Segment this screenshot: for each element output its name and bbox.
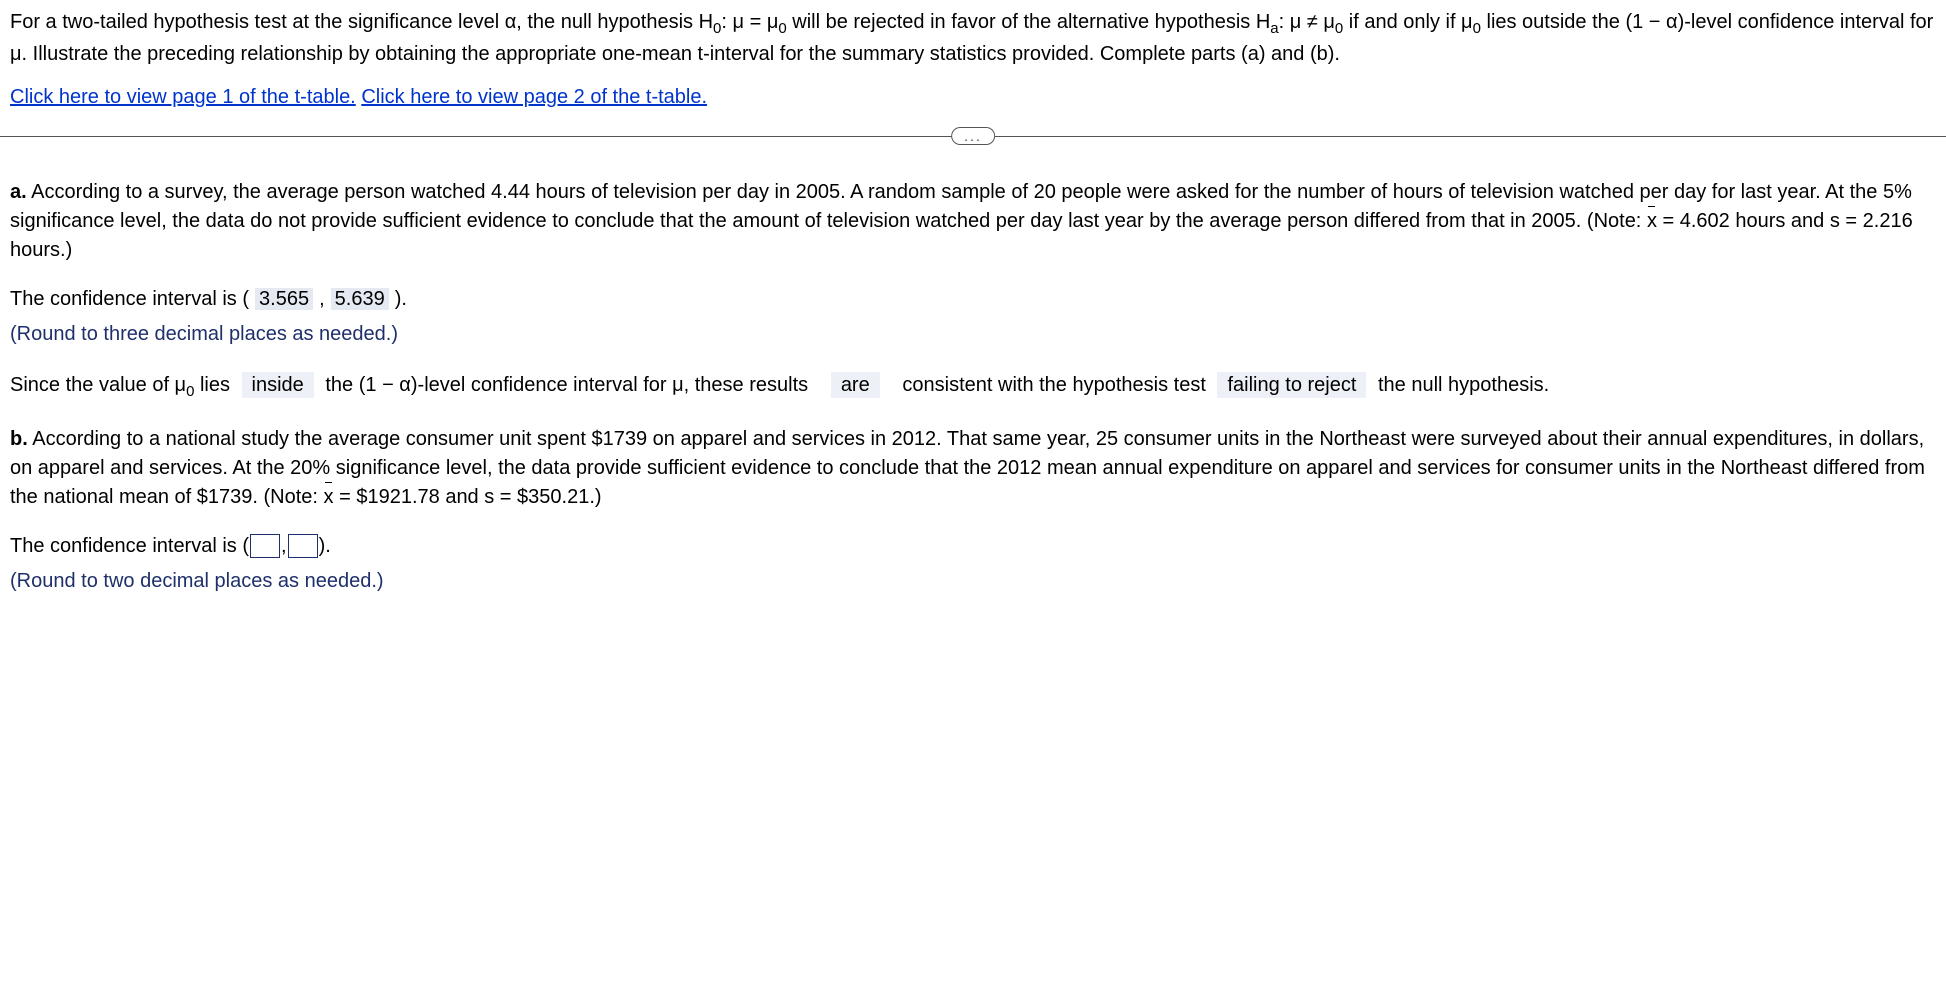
sub-0: 0 bbox=[1473, 20, 1481, 37]
part-b-question: b. According to a national study the ave… bbox=[10, 425, 1936, 512]
section-divider: ... bbox=[10, 124, 1936, 148]
ci-upper-input[interactable] bbox=[288, 534, 318, 558]
ci-comma: , bbox=[281, 535, 287, 557]
part-b-ci-line: The confidence interval is (,). bbox=[10, 532, 1936, 561]
part-b-stats: = $1921.78 and s = $350.21.) bbox=[334, 486, 602, 508]
concl-text-4: consistent with the hypothesis test bbox=[897, 374, 1212, 396]
part-a-question: a. According to a survey, the average pe… bbox=[10, 178, 1936, 265]
part-a-round-instr: (Round to three decimal places as needed… bbox=[10, 320, 1936, 349]
sub-a: a bbox=[1270, 20, 1278, 37]
ci-comma: , bbox=[319, 288, 325, 310]
x-bar-symbol: x bbox=[324, 483, 334, 512]
x-bar-symbol: x bbox=[1647, 207, 1657, 236]
concl-text-2: lies bbox=[194, 374, 235, 396]
t-table-links: Click here to view page 1 of the t-table… bbox=[10, 83, 1936, 112]
ci-suffix: ). bbox=[395, 288, 407, 310]
intro-text-1: For a two-tailed hypothesis test at the … bbox=[10, 11, 713, 33]
inside-outside-dropdown[interactable]: inside bbox=[242, 372, 314, 398]
part-b-round-instr: (Round to two decimal places as needed.) bbox=[10, 567, 1936, 596]
part-a-ci-line: The confidence interval is ( 3.565, 5.639)… bbox=[10, 285, 1936, 314]
t-table-page-1-link[interactable]: Click here to view page 1 of the t-table… bbox=[10, 86, 356, 108]
t-table-page-2-link[interactable]: Click here to view page 2 of the t-table… bbox=[361, 86, 707, 108]
are-arenot-dropdown[interactable]: are bbox=[831, 372, 880, 398]
concl-text-5: the null hypothesis. bbox=[1372, 374, 1549, 396]
reject-fail-dropdown[interactable]: failing to reject bbox=[1217, 372, 1366, 398]
ci-prefix: The confidence interval is ( bbox=[10, 535, 249, 557]
sub-0: 0 bbox=[778, 20, 786, 37]
concl-text-1: Since the value of μ bbox=[10, 374, 186, 396]
part-a-body: According to a survey, the average perso… bbox=[10, 181, 1912, 232]
expand-pill-button[interactable]: ... bbox=[951, 127, 995, 145]
intro-text-2: : μ = μ bbox=[721, 11, 778, 33]
intro-text-4: : μ ≠ μ bbox=[1279, 11, 1335, 33]
problem-intro: For a two-tailed hypothesis test at the … bbox=[10, 8, 1936, 69]
part-b-body: According to a national study the averag… bbox=[10, 428, 1925, 508]
ci-prefix: The confidence interval is ( bbox=[10, 288, 249, 310]
intro-text-3: will be rejected in favor of the alterna… bbox=[787, 11, 1271, 33]
concl-text-3: the (1 − α)-level confidence interval fo… bbox=[320, 374, 814, 396]
intro-text-5: if and only if μ bbox=[1343, 11, 1472, 33]
part-a-label: a. bbox=[10, 181, 27, 203]
ci-suffix: ). bbox=[319, 535, 331, 557]
part-a-conclusion: Since the value of μ0 lies inside the (1… bbox=[10, 371, 1936, 403]
part-b-label: b. bbox=[10, 428, 28, 450]
ci-lower-input[interactable]: 3.565 bbox=[255, 288, 313, 310]
ci-lower-input[interactable] bbox=[250, 534, 280, 558]
ci-upper-input[interactable]: 5.639 bbox=[331, 288, 389, 310]
sub-0: 0 bbox=[1335, 20, 1343, 37]
